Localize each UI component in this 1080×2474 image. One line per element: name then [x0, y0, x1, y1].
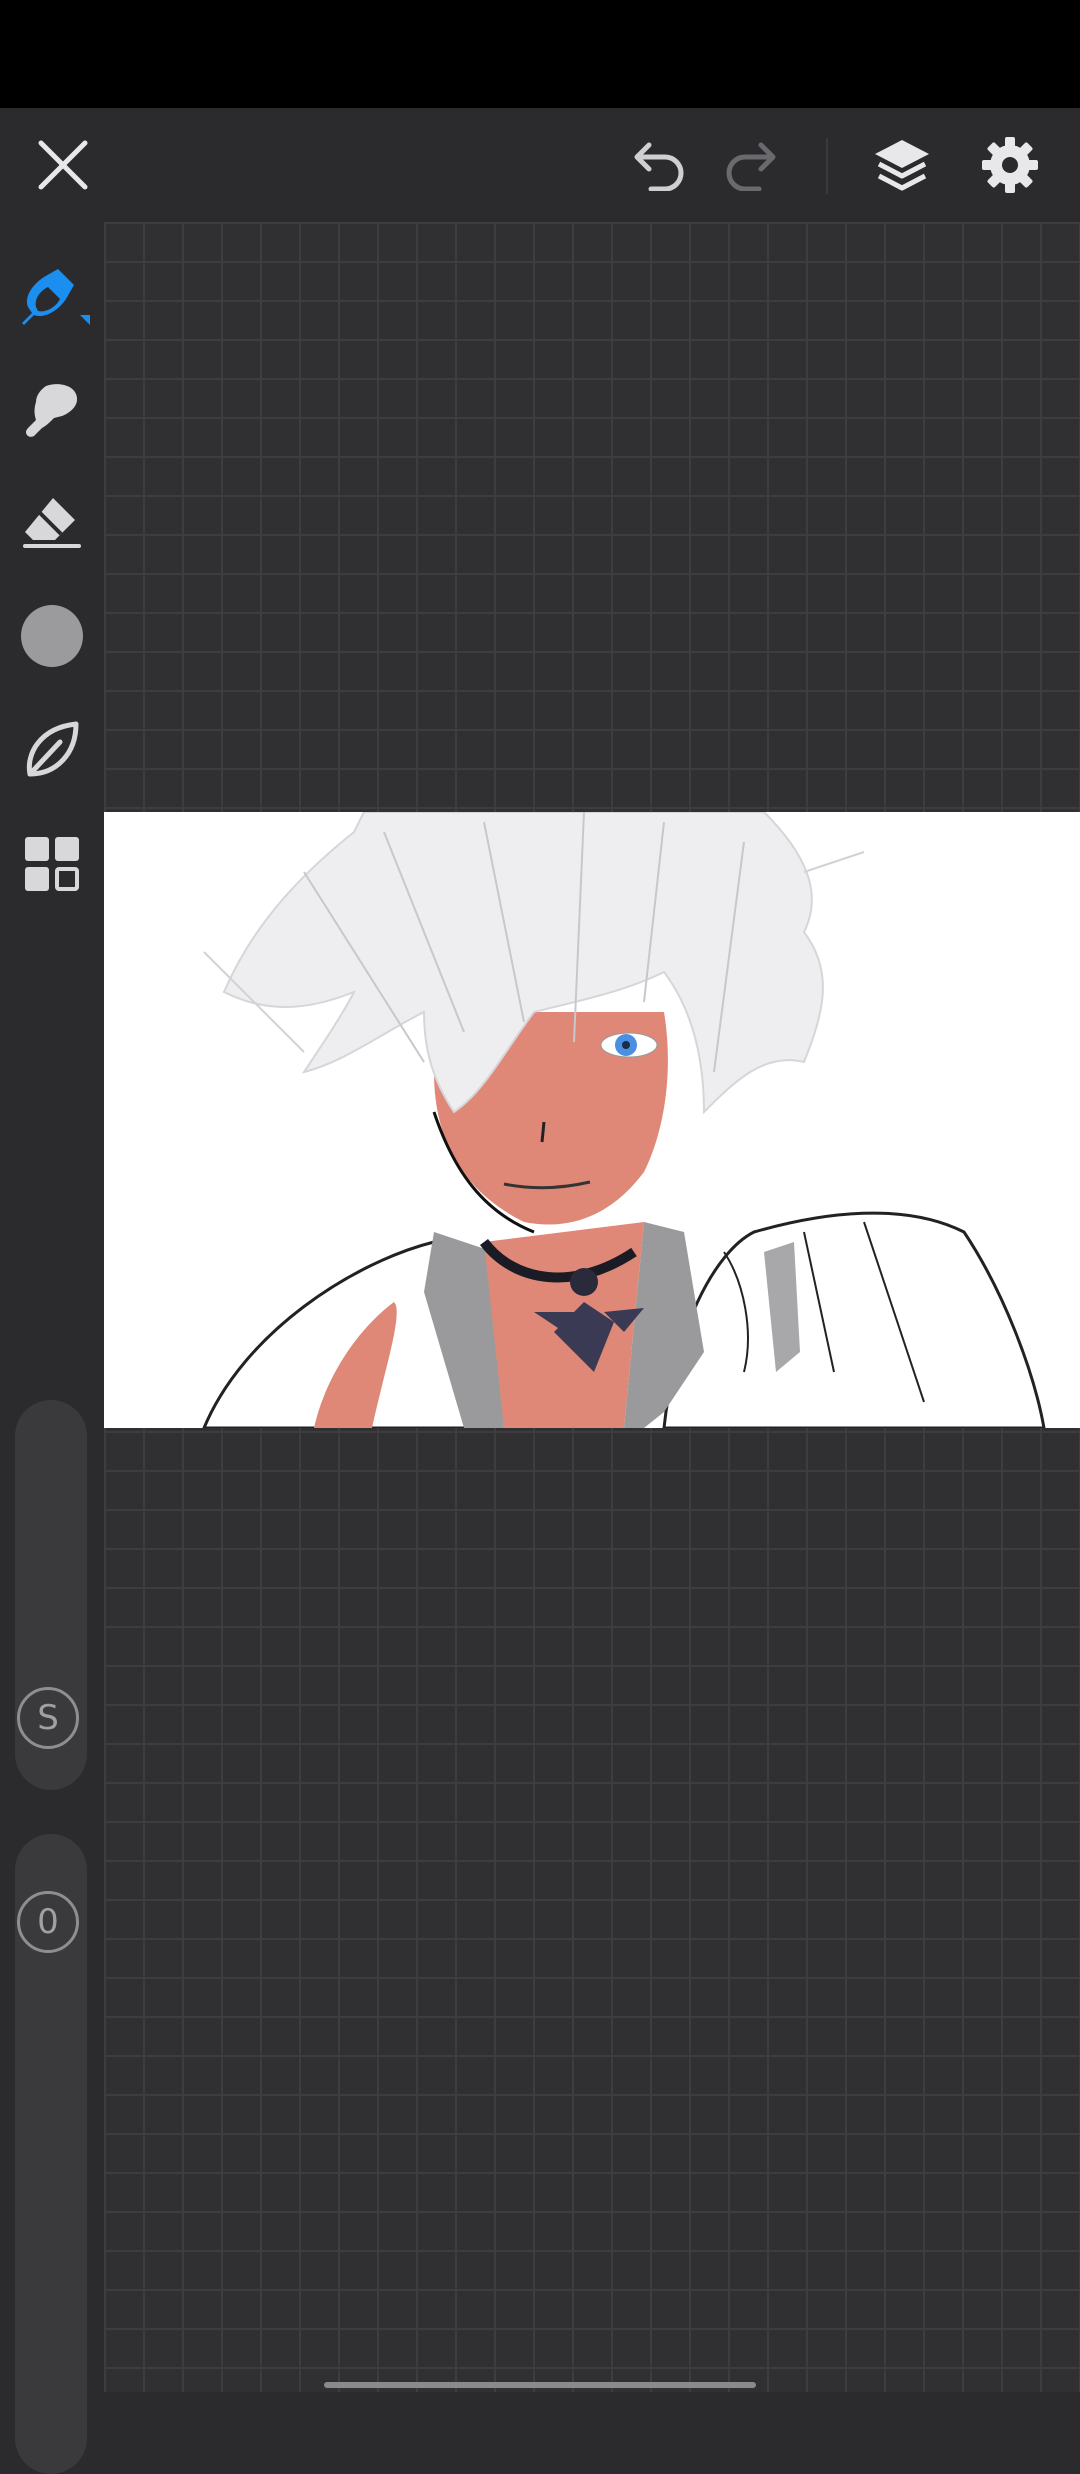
home-indicator[interactable]: [324, 2382, 756, 2388]
brush-leaf-icon: [26, 721, 79, 777]
eraser-tool-button[interactable]: [0, 472, 104, 572]
layers-button[interactable]: [852, 108, 952, 222]
pen-tool-icon: [22, 269, 90, 325]
redo-icon: [726, 142, 776, 191]
undo-icon: [634, 142, 684, 191]
status-bar: [0, 0, 1080, 108]
brush-library-button[interactable]: [0, 700, 104, 800]
close-button[interactable]: [13, 108, 113, 222]
tool-sidebar: S 0: [0, 222, 104, 2474]
top-toolbar: [0, 108, 1080, 222]
brush-size-knob-label: S: [37, 1698, 59, 1738]
artwork-illustration: [202, 812, 1046, 1428]
layers-icon: [875, 140, 929, 191]
close-icon: [38, 140, 88, 190]
eraser-icon: [23, 498, 81, 548]
smudge-tool-button[interactable]: [0, 360, 104, 460]
color-picker-button[interactable]: [0, 586, 104, 686]
gallery-button[interactable]: [0, 814, 104, 914]
settings-button[interactable]: [960, 108, 1060, 222]
opacity-slider-knob[interactable]: 0: [17, 1891, 79, 1953]
artwork-canvas[interactable]: [104, 812, 1080, 1428]
smudge-brush-icon: [26, 384, 78, 437]
gallery-grid-icon: [25, 837, 79, 891]
current-color-swatch: [21, 605, 83, 667]
redo-button[interactable]: [704, 108, 804, 222]
opacity-knob-label: 0: [37, 1902, 59, 1942]
pen-tool-button[interactable]: [0, 247, 104, 347]
toolbar-separator: [826, 138, 828, 194]
brush-size-slider-knob[interactable]: S: [17, 1687, 79, 1749]
settings-icon: [982, 137, 1038, 193]
undo-button[interactable]: [606, 108, 706, 222]
